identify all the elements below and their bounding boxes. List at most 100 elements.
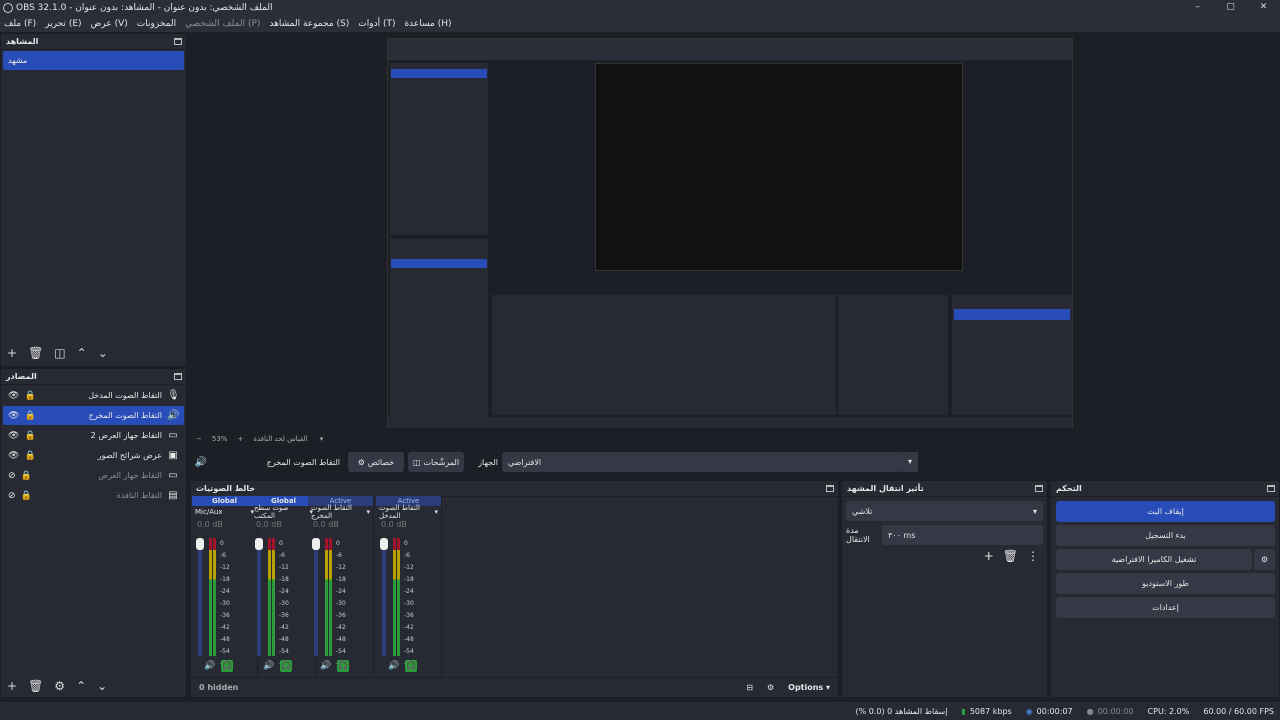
settings-button[interactable]: إعدادات — [1056, 597, 1275, 618]
eye-icon[interactable]: 👁 — [8, 431, 19, 441]
eye-hidden-icon[interactable]: ⊘ — [8, 471, 16, 481]
stop-streaming-button[interactable]: إيقاف البث — [1056, 501, 1275, 522]
channel-name[interactable]: التقاط الصوت المدخل ▾ — [376, 504, 441, 520]
mute-speaker-icon[interactable]: 🔊 — [388, 661, 399, 671]
trash-icon[interactable]: 🗑 — [28, 346, 43, 360]
transition-type-select[interactable]: تلاشي ▾ — [846, 501, 1043, 521]
trash-icon[interactable]: 🗑 — [1003, 549, 1018, 563]
volume-slider-handle[interactable] — [196, 538, 204, 550]
scene-item[interactable]: مشهد — [3, 51, 184, 70]
undock-icon[interactable] — [826, 485, 834, 492]
advanced-audio-icon[interactable]: ⚙ — [767, 683, 774, 692]
source-item[interactable]: ▭ التقاط جهاز العرض 2 👁 🔒 — [3, 426, 184, 445]
lock-icon[interactable]: 🔒 — [24, 451, 35, 461]
mute-speaker-icon[interactable]: 🔊 — [320, 661, 331, 671]
undock-icon[interactable] — [1035, 485, 1043, 492]
volume-slider-track[interactable] — [198, 538, 202, 656]
preview-canvas[interactable] — [387, 38, 1073, 428]
zoom-in-button[interactable]: + — [237, 435, 243, 443]
level-meter — [272, 538, 275, 656]
eye-hidden-icon[interactable]: ⊘ — [8, 491, 16, 501]
menu-scene-collection[interactable]: مجموعة المشاهد (S) — [269, 19, 349, 29]
tick-label: -54 — [220, 648, 230, 655]
mixer-channel: Global Mic/Aux ▾ 0.0 dB 0 -6 -12 -18 -24 -30 -36 -4… — [192, 496, 258, 678]
lock-icon[interactable]: 🔒 — [21, 471, 32, 481]
channel-name[interactable]: صوت سطح المكتب ▾ — [251, 504, 316, 520]
meter-scale: 0-6-12-18-24-30-36-42-48-54-60 — [220, 538, 230, 670]
menu-profile[interactable]: الملف الشخصي (P) — [185, 19, 260, 29]
monitor-headphones-icon[interactable]: 🎧 — [405, 660, 418, 672]
source-item[interactable]: 🎙 التقاط الصوت المدخل 👁 🔒 — [3, 386, 184, 405]
options-button[interactable]: Options ▾ — [788, 683, 830, 692]
tick-label: -12 — [336, 564, 346, 571]
eye-icon[interactable]: 👁 — [8, 451, 19, 461]
record-icon: ● — [1086, 706, 1094, 716]
filters-button[interactable]: ◫ المرشّحات — [408, 452, 464, 472]
undock-icon[interactable] — [174, 373, 182, 380]
lock-icon[interactable]: 🔒 — [24, 391, 35, 401]
menu-help[interactable]: مساعدة (H) — [404, 19, 451, 29]
trash-icon[interactable]: 🗑 — [28, 679, 43, 693]
undock-icon[interactable] — [174, 38, 182, 45]
move-up-icon[interactable]: ⌃ — [77, 346, 87, 360]
lock-icon[interactable]: 🔒 — [24, 431, 35, 441]
monitor-headphones-icon[interactable]: 🎧 — [337, 660, 350, 672]
volume-slider-handle[interactable] — [312, 538, 320, 550]
tick-label: -24 — [220, 588, 230, 595]
move-down-icon[interactable]: ⌄ — [97, 679, 107, 693]
add-icon[interactable]: + — [7, 679, 17, 693]
tick-label: -48 — [404, 636, 414, 643]
start-recording-button[interactable]: بدء التسجيل — [1056, 525, 1275, 546]
volume-slider-handle[interactable] — [380, 538, 388, 550]
add-icon[interactable]: + — [984, 549, 994, 563]
device-select[interactable]: الافتراضي — [502, 452, 902, 472]
source-item[interactable]: ▭ التقاط جهاز العرض ⊘ 🔒 — [3, 466, 184, 485]
more-icon[interactable]: ⋮ — [1027, 549, 1039, 563]
zoom-out-button[interactable]: − — [196, 435, 202, 443]
source-item[interactable]: ▤ التقاط النافذة ⊘ 🔒 — [3, 486, 184, 505]
virtual-camera-settings-icon[interactable]: ⚙ — [1254, 549, 1275, 570]
virtual-camera-button[interactable]: تشغيل الكاميرا الافتراضية — [1056, 549, 1252, 570]
filter-icon[interactable]: ◫ — [54, 346, 65, 360]
tick-label: -42 — [279, 624, 289, 631]
move-down-icon[interactable]: ⌄ — [98, 346, 108, 360]
source-item[interactable]: 🔊 التقاط الصوت المخرج 👁 🔒 — [3, 406, 184, 425]
maximize-button[interactable]: ▢ — [1214, 0, 1247, 15]
menu-tools[interactable]: أدوات (T) — [358, 19, 395, 29]
minimize-button[interactable]: – — [1181, 0, 1214, 15]
properties-button[interactable]: ⚙ خصائص — [348, 452, 404, 472]
duration-input[interactable]: ٣٠٠ ms — [882, 525, 1043, 545]
layout-icon[interactable]: ⊟ — [746, 683, 753, 692]
eye-icon[interactable]: 👁 — [8, 411, 19, 421]
mute-speaker-icon[interactable]: 🔊 — [204, 661, 215, 671]
channel-name[interactable]: التقاط الصوت المخرج ▾ — [308, 504, 373, 520]
move-up-icon[interactable]: ⌃ — [76, 679, 86, 693]
lock-icon[interactable]: 🔒 — [24, 411, 35, 421]
gear-icon[interactable]: ⚙ — [54, 679, 65, 693]
tick-label: -54 — [404, 648, 414, 655]
channel-name[interactable]: Mic/Aux ▾ — [192, 506, 257, 518]
tick-label: -24 — [404, 588, 414, 595]
menu-file[interactable]: ملف (F) — [4, 19, 36, 29]
volume-slider-track[interactable] — [257, 538, 261, 656]
undock-icon[interactable] — [1267, 485, 1275, 492]
lock-icon[interactable]: 🔒 — [21, 491, 32, 501]
mute-speaker-icon[interactable]: 🔊 — [263, 661, 274, 671]
volume-slider-handle[interactable] — [255, 538, 263, 550]
tick-label: -36 — [220, 612, 230, 619]
scale-mode-select[interactable]: القياس لحد النافذة ▾ — [253, 435, 323, 443]
menu-view[interactable]: عرض (V) — [91, 19, 128, 29]
add-icon[interactable]: + — [7, 346, 17, 360]
source-item[interactable]: ▣ عرض شرائح الصور 👁 🔒 — [3, 446, 184, 465]
volume-slider-track[interactable] — [382, 538, 386, 656]
monitor-headphones-icon[interactable]: 🎧 — [221, 660, 234, 672]
volume-slider-track[interactable] — [314, 538, 318, 656]
dropdown-arrow-icon[interactable]: ▾ — [902, 452, 918, 472]
monitor-headphones-icon[interactable]: 🎧 — [280, 660, 293, 672]
level-meter — [268, 538, 271, 656]
menu-edit[interactable]: تحرير (E) — [45, 19, 81, 29]
eye-icon[interactable]: 👁 — [8, 391, 19, 401]
studio-mode-button[interactable]: طور الاستوديو — [1056, 573, 1275, 594]
menu-docks[interactable]: المخزونات — [137, 19, 176, 29]
close-button[interactable]: ✕ — [1247, 0, 1280, 15]
